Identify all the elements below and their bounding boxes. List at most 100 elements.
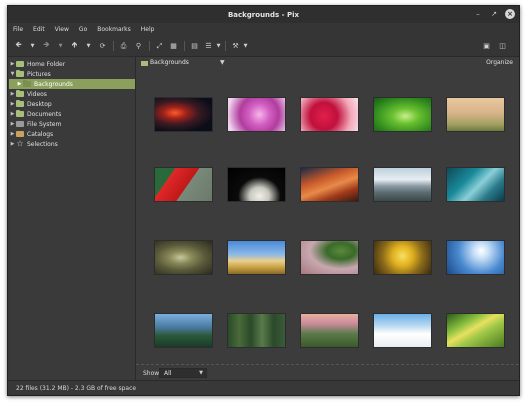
expand-arrow-icon[interactable]: ▶ — [9, 141, 16, 147]
show-filter-value: All — [164, 369, 172, 377]
forward-icon[interactable]: 🡺 — [42, 40, 51, 52]
expand-arrow-icon[interactable]: ▶ — [9, 91, 16, 97]
sidebar-item-label: Pictures — [27, 70, 51, 78]
folder-icon — [16, 110, 24, 117]
toolbar: 🡸 ▼ 🡺 ▼ 🡹 ▼ ⟳ ⎙ ⚲ ⤢ ▦ ▤ ☰ ▼ ⚒ ▼ ▣ ◫ — [8, 36, 519, 57]
title-bar: Backgrounds - Pix – ↗ × — [8, 6, 519, 23]
sidebar-item-label: Desktop — [27, 100, 52, 108]
star-icon: ☆ — [16, 139, 24, 148]
sidebar-item-videos[interactable]: ▶ Videos — [9, 89, 135, 99]
sidebar-item-pictures[interactable]: ▼ Pictures — [9, 69, 135, 79]
catalog-icon — [16, 131, 24, 137]
browser-pane: Backgrounds ▼ Organize Show: All ▼ — [136, 57, 519, 380]
reload-icon[interactable]: ⟳ — [98, 40, 107, 52]
menu-bar: File Edit View Go Bookmarks Help — [8, 23, 519, 36]
expand-arrow-icon[interactable]: ▶ — [9, 121, 16, 127]
menu-go[interactable]: Go — [79, 26, 87, 33]
toolbar-separator — [225, 41, 226, 51]
tools-icon[interactable]: ⚒ — [231, 40, 240, 52]
thumbnail[interactable] — [228, 98, 285, 131]
slideshow-icon[interactable]: ▦ — [169, 40, 178, 52]
sidebar-toggle-icon[interactable]: ◫ — [498, 40, 507, 52]
window-title: Backgrounds - Pix — [227, 10, 300, 19]
up-history-chevron-icon[interactable]: ▼ — [84, 40, 93, 52]
toolbar-separator — [149, 41, 150, 51]
sidebar-item-file-system[interactable]: ▶ File System — [9, 119, 135, 129]
thumbnail[interactable] — [155, 241, 212, 274]
collapse-arrow-icon[interactable]: ▼ — [9, 71, 16, 77]
thumbnail[interactable] — [301, 98, 358, 131]
pix-window: Backgrounds - Pix – ↗ × File Edit View G… — [7, 5, 520, 396]
tools-chevron-icon[interactable]: ▼ — [241, 40, 250, 52]
thumbnail[interactable] — [447, 98, 504, 131]
thumbnail[interactable] — [228, 241, 285, 274]
back-icon[interactable]: 🡸 — [14, 40, 23, 52]
expand-arrow-icon[interactable]: ▶ — [9, 101, 16, 107]
thumbnail[interactable] — [447, 314, 504, 347]
sidebar-item-label: File System — [27, 120, 62, 128]
thumbnail[interactable] — [228, 314, 285, 347]
menu-view[interactable]: View — [55, 26, 69, 33]
folder-icon — [141, 61, 148, 66]
expand-arrow-icon[interactable]: ▶ — [9, 61, 16, 67]
sidebar-item-documents[interactable]: ▶ Documents — [9, 109, 135, 119]
sort-chevron-icon[interactable]: ▼ — [214, 40, 223, 52]
sidebar-item-catalogs[interactable]: ▶ Catalogs — [9, 129, 135, 139]
properties-icon[interactable]: ▤ — [190, 40, 199, 52]
thumbnail[interactable] — [374, 241, 431, 274]
maximize-button[interactable]: ↗ — [489, 9, 499, 19]
up-icon[interactable]: 🡹 — [70, 40, 79, 52]
close-button[interactable]: × — [505, 9, 515, 19]
print-icon[interactable]: ⎙ — [119, 40, 128, 52]
sidebar-item-selections[interactable]: ▶ ☆ Selections — [9, 139, 135, 149]
thumbnail[interactable] — [228, 168, 285, 201]
thumbnail[interactable] — [374, 98, 431, 131]
chevron-down-icon[interactable]: ▼ — [220, 59, 225, 66]
folder-tree-sidebar: ▶ Home Folder ▼ Pictures ▶ Backgrounds ▶… — [9, 57, 136, 380]
thumbnail[interactable] — [155, 314, 212, 347]
thumbnail[interactable] — [155, 168, 212, 201]
thumbnail[interactable] — [447, 168, 504, 201]
location-bar: Backgrounds ▼ Organize — [136, 57, 519, 71]
sort-icon[interactable]: ☰ — [204, 40, 213, 52]
thumbnail[interactable] — [301, 168, 358, 201]
expand-arrow-icon[interactable]: ▶ — [9, 131, 16, 137]
forward-history-chevron-icon[interactable]: ▼ — [56, 40, 65, 52]
fullscreen-icon[interactable]: ⤢ — [155, 40, 164, 52]
sidebar-item-label: Selections — [27, 140, 58, 148]
expand-arrow-icon[interactable]: ▶ — [9, 111, 16, 117]
sidebar-item-label: Backgrounds — [34, 80, 73, 88]
filter-bar: Show: All ▼ — [136, 364, 519, 381]
toolbar-separator — [113, 41, 114, 51]
search-icon[interactable]: ⚲ — [134, 40, 143, 52]
viewer-mode-icon[interactable]: ▣ — [482, 40, 491, 52]
back-history-chevron-icon[interactable]: ▼ — [28, 40, 37, 52]
thumbnail[interactable] — [374, 168, 431, 201]
thumbnail[interactable] — [447, 241, 504, 274]
minimize-button[interactable]: – — [473, 9, 483, 19]
location-selector[interactable]: Backgrounds — [150, 59, 189, 66]
folder-icon — [16, 70, 24, 77]
sidebar-item-label: Documents — [27, 110, 62, 118]
show-filter-select[interactable]: All ▼ — [159, 368, 207, 378]
status-bar: 22 files (31.2 MB) - 2.3 GB of free spac… — [8, 380, 519, 395]
thumbnail[interactable] — [301, 314, 358, 347]
expand-arrow-icon[interactable]: ▶ — [16, 81, 23, 87]
sidebar-item-label: Catalogs — [27, 130, 54, 138]
thumbnail[interactable] — [155, 98, 212, 131]
toolbar-separator — [184, 41, 185, 51]
thumbnail[interactable] — [301, 241, 358, 274]
organize-button[interactable]: Organize — [486, 59, 513, 66]
sidebar-item-backgrounds[interactable]: ▶ Backgrounds — [9, 79, 135, 89]
sidebar-item-label: Videos — [27, 90, 47, 98]
menu-edit[interactable]: Edit — [33, 26, 45, 33]
sidebar-item-home-folder[interactable]: ▶ Home Folder — [9, 59, 135, 69]
menu-help[interactable]: Help — [141, 26, 155, 33]
menu-bookmarks[interactable]: Bookmarks — [97, 26, 131, 33]
sidebar-item-desktop[interactable]: ▶ Desktop — [9, 99, 135, 109]
home-folder-icon — [16, 61, 24, 67]
sidebar-item-label: Home Folder — [27, 60, 66, 68]
thumbnail[interactable] — [374, 314, 431, 347]
menu-file[interactable]: File — [13, 26, 23, 33]
folder-icon — [16, 100, 24, 107]
